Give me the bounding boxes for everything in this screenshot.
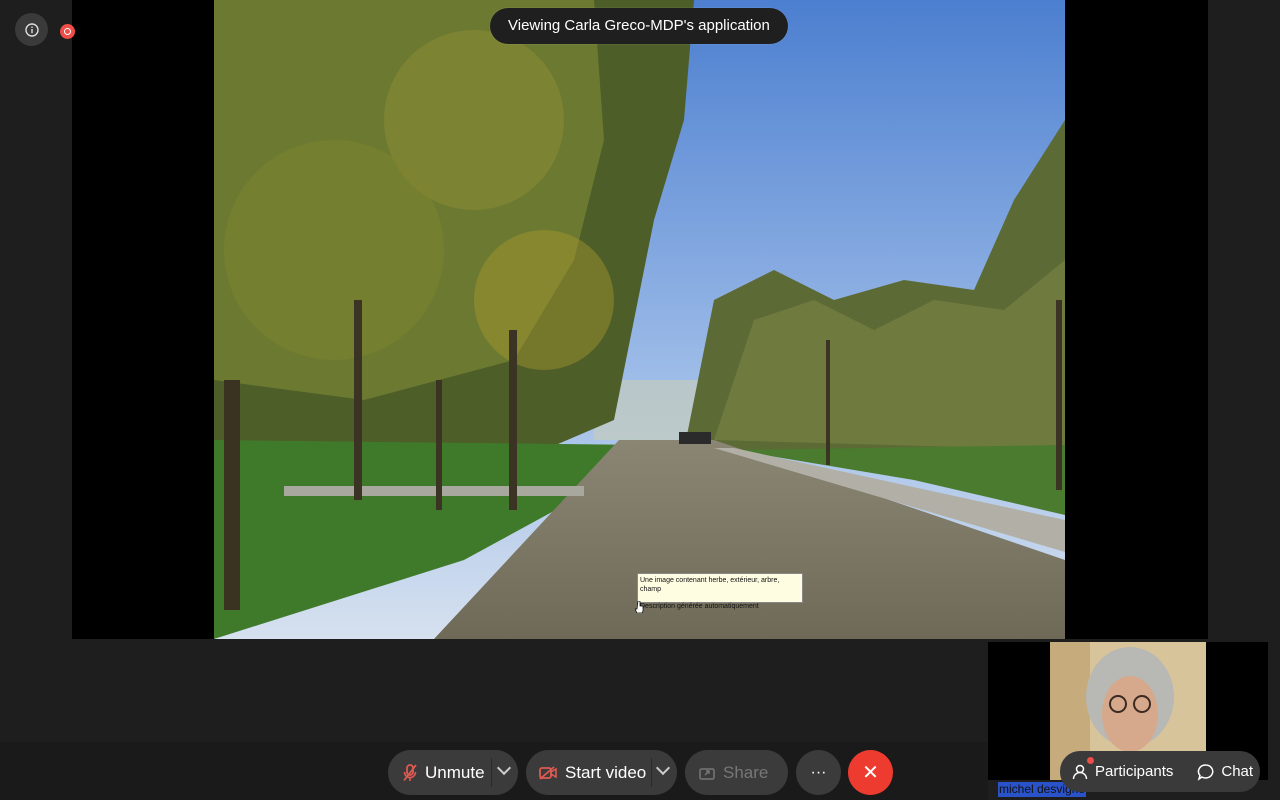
chat-button[interactable]: Chat — [1185, 751, 1265, 792]
side-panel-buttons: Participants Chat — [1060, 751, 1260, 792]
recording-indicator-icon — [60, 24, 75, 39]
unmute-label: Unmute — [425, 762, 485, 782]
sharing-banner: Viewing Carla Greco-MDP's application — [490, 8, 788, 44]
participants-icon — [1072, 764, 1088, 779]
meeting-info-button[interactable] — [15, 13, 48, 46]
share-icon — [699, 767, 715, 780]
share-label: Share — [723, 762, 769, 782]
chat-label: Chat — [1221, 763, 1254, 780]
participants-button[interactable]: Participants — [1060, 751, 1185, 792]
shared-screen-stage — [72, 0, 1208, 639]
start-video-button[interactable]: Start video — [526, 750, 677, 795]
shared-photo — [214, 0, 1065, 639]
unmute-button[interactable]: Unmute — [388, 750, 518, 795]
park-photo-image — [214, 0, 1065, 639]
end-call-button[interactable]: ✕ — [848, 750, 893, 795]
audio-options-chevron-down-icon[interactable] — [496, 760, 512, 776]
muted-microphone-icon — [403, 763, 417, 781]
video-options-chevron-down-icon[interactable] — [655, 760, 671, 776]
more-options-icon: ··· — [810, 763, 827, 781]
info-icon — [24, 22, 39, 37]
start-video-label: Start video — [565, 762, 647, 782]
share-button[interactable]: Share — [685, 750, 788, 795]
alt-text-tooltip: Une image contenant herbe, extérieur, ar… — [637, 573, 803, 610]
participants-label: Participants — [1095, 763, 1174, 780]
tooltip-text-line-1: Une image contenant herbe, extérieur, ar… — [640, 577, 780, 593]
close-icon: ✕ — [862, 762, 879, 784]
tooltip-text-line-2: Description générée automatiquement — [640, 603, 759, 610]
video-off-icon — [539, 765, 557, 780]
notification-dot-icon — [1087, 757, 1094, 764]
more-options-button[interactable]: ··· — [796, 750, 841, 795]
hand-cursor-icon — [635, 601, 644, 613]
chat-icon — [1198, 763, 1214, 781]
